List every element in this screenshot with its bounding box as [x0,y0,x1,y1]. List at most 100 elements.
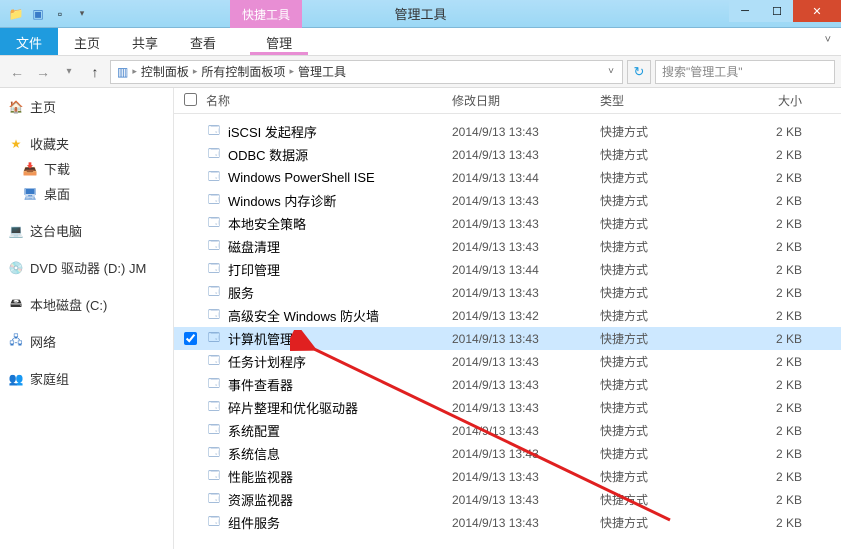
up-button[interactable]: ↑ [84,61,106,83]
sidebar-item-local-disk[interactable]: 🖴 本地磁盘 (C:) [0,292,173,317]
shortcut-icon: 🗔 [206,515,222,531]
back-button[interactable]: ← [6,61,28,83]
home-icon: 🏠 [8,99,24,115]
file-row[interactable]: 🗔组件服务2014/9/13 13:43快捷方式2 KB [174,511,841,534]
select-all-checkbox[interactable] [184,93,206,109]
computer-icon: 💻 [8,223,24,239]
breadcrumb-segment[interactable]: 所有控制面板项 [199,63,287,80]
app-icon[interactable]: 📁 [8,6,24,22]
new-folder-icon[interactable]: ▫ [52,6,68,22]
column-type[interactable]: 类型 [600,92,744,109]
sidebar-item-this-pc[interactable]: 💻 这台电脑 [0,218,173,243]
file-size-cell: 2 KB [744,332,810,346]
sidebar-item-network[interactable]: 🖧 网络 [0,329,173,354]
file-type-cell: 快捷方式 [600,192,744,209]
file-row[interactable]: 🗔磁盘清理2014/9/13 13:43快捷方式2 KB [174,235,841,258]
file-name-label: 本地安全策略 [228,214,306,233]
file-row[interactable]: 🗔打印管理2014/9/13 13:44快捷方式2 KB [174,258,841,281]
disk-icon: 🖴 [8,297,24,313]
minimize-button[interactable]: ─ [729,0,761,22]
file-row[interactable]: 🗔碎片整理和优化驱动器2014/9/13 13:43快捷方式2 KB [174,396,841,419]
sidebar-item-home[interactable]: 🏠 主页 [0,94,173,119]
file-type-cell: 快捷方式 [600,146,744,163]
titlebar: 📁 ▣ ▫ ▾ 快捷工具 管理工具 ─ ☐ ✕ [0,0,841,28]
column-size[interactable]: 大小 [744,92,810,109]
shortcut-icon: 🗔 [206,469,222,485]
address-dropdown-icon[interactable]: ˅ [608,66,618,77]
file-date-cell: 2014/9/13 13:43 [452,516,600,530]
file-row[interactable]: 🗔资源监视器2014/9/13 13:43快捷方式2 KB [174,488,841,511]
ribbon-tab-home[interactable]: 主页 [58,28,116,55]
sidebar-item-favorites[interactable]: ★ 收藏夹 [0,131,173,156]
search-input[interactable]: 搜索"管理工具" [655,60,835,84]
file-row[interactable]: 🗔系统配置2014/9/13 13:43快捷方式2 KB [174,419,841,442]
shortcut-icon: 🗔 [206,285,222,301]
breadcrumb-sep-icon[interactable]: ▸ [193,66,198,77]
file-name-label: 计算机管理 [228,329,293,348]
properties-icon[interactable]: ▣ [30,6,46,22]
row-checkbox[interactable] [184,332,206,345]
file-name-label: 服务 [228,283,254,302]
ribbon-file-tab[interactable]: 文件 [0,28,58,55]
sidebar-label: 网络 [30,332,56,351]
file-type-cell: 快捷方式 [600,169,744,186]
file-row[interactable]: 🗔系统信息2014/9/13 13:43快捷方式2 KB [174,442,841,465]
breadcrumb-segment[interactable]: 控制面板 [139,63,191,80]
ribbon-collapse-icon[interactable]: ˅ [825,34,831,46]
shortcut-icon: 🗔 [206,423,222,439]
forward-button[interactable]: → [32,61,54,83]
close-button[interactable]: ✕ [793,0,841,22]
file-name-cell: 🗔磁盘清理 [206,237,452,256]
file-name-cell: 🗔系统配置 [206,421,452,440]
sidebar-item-downloads[interactable]: 📥 下载 [0,156,173,181]
file-type-cell: 快捷方式 [600,261,744,278]
shortcut-icon: 🗔 [206,262,222,278]
file-name-cell: 🗔Windows 内存诊断 [206,191,452,210]
sidebar-item-dvd[interactable]: 💿 DVD 驱动器 (D:) JM [0,255,173,280]
file-row[interactable]: 🗔iSCSI 发起程序2014/9/13 13:43快捷方式2 KB [174,120,841,143]
address-bar[interactable]: ▥ ▸ 控制面板 ▸ 所有控制面板项 ▸ 管理工具 ˅ [110,60,623,84]
file-type-cell: 快捷方式 [600,491,744,508]
sidebar-item-desktop[interactable]: 🖥 桌面 [0,181,173,206]
file-name-cell: 🗔组件服务 [206,513,452,532]
shortcut-icon: 🗔 [206,446,222,462]
file-name-label: iSCSI 发起程序 [228,122,317,141]
breadcrumb-sep-icon[interactable]: ▸ [132,66,137,77]
file-row[interactable]: 🗔计算机管理2014/9/13 13:43快捷方式2 KB [174,327,841,350]
file-row[interactable]: 🗔本地安全策略2014/9/13 13:43快捷方式2 KB [174,212,841,235]
homegroup-icon: 👥 [8,371,24,387]
file-row[interactable]: 🗔Windows 内存诊断2014/9/13 13:43快捷方式2 KB [174,189,841,212]
desktop-icon: 🖥 [22,186,38,202]
file-row[interactable]: 🗔事件查看器2014/9/13 13:43快捷方式2 KB [174,373,841,396]
ribbon-tab-view[interactable]: 查看 [174,28,232,55]
file-row[interactable]: 🗔ODBC 数据源2014/9/13 13:43快捷方式2 KB [174,143,841,166]
column-name[interactable]: 名称 [206,92,452,109]
file-date-cell: 2014/9/13 13:43 [452,493,600,507]
file-row[interactable]: 🗔高级安全 Windows 防火墙2014/9/13 13:42快捷方式2 KB [174,304,841,327]
refresh-button[interactable]: ↻ [627,60,651,84]
breadcrumb-segment[interactable]: 管理工具 [296,63,348,80]
file-name-cell: 🗔事件查看器 [206,375,452,394]
file-name-label: Windows PowerShell ISE [228,170,375,185]
file-name-label: 资源监视器 [228,490,293,509]
file-row[interactable]: 🗔Windows PowerShell ISE2014/9/13 13:44快捷… [174,166,841,189]
file-name-cell: 🗔ODBC 数据源 [206,145,452,164]
shortcut-icon: 🗔 [206,377,222,393]
maximize-button[interactable]: ☐ [761,0,793,22]
ribbon-tab-share[interactable]: 共享 [116,28,174,55]
file-pane: 名称 修改日期 类型 大小 🗔iSCSI 发起程序2014/9/13 13:43… [174,88,841,549]
file-name-cell: 🗔本地安全策略 [206,214,452,233]
file-row[interactable]: 🗔任务计划程序2014/9/13 13:43快捷方式2 KB [174,350,841,373]
sidebar-item-homegroup[interactable]: 👥 家庭组 [0,366,173,391]
ribbon-tab-manage[interactable]: 管理 [250,28,308,55]
file-name-cell: 🗔性能监视器 [206,467,452,486]
recent-dropdown-icon[interactable]: ▾ [58,61,80,83]
file-row[interactable]: 🗔服务2014/9/13 13:43快捷方式2 KB [174,281,841,304]
file-row[interactable]: 🗔性能监视器2014/9/13 13:43快捷方式2 KB [174,465,841,488]
qat-dropdown-icon[interactable]: ▾ [74,6,90,22]
file-name-label: 任务计划程序 [228,352,306,371]
control-panel-icon[interactable]: ▥ [115,65,130,79]
file-size-cell: 2 KB [744,240,810,254]
breadcrumb-sep-icon[interactable]: ▸ [289,66,294,77]
column-date[interactable]: 修改日期 [452,92,600,109]
